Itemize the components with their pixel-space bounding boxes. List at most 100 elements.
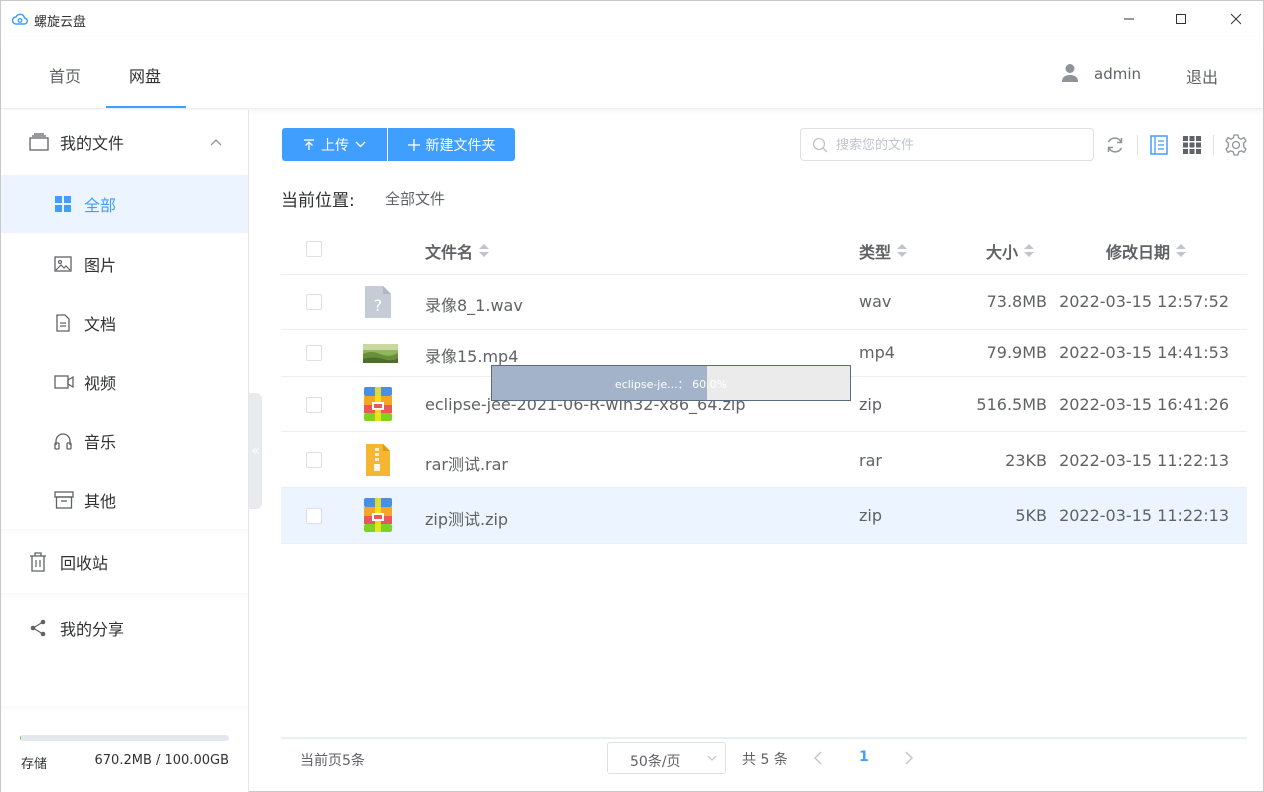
sidebar-item-music[interactable]: 音乐 xyxy=(1,412,248,470)
row-checkbox[interactable] xyxy=(306,508,322,524)
file-date: 2022-03-15 16:41:26 xyxy=(1059,395,1229,414)
file-date: 2022-03-15 12:57:52 xyxy=(1059,292,1229,311)
app-window: 螺旋云盘 首页 网盘 admin 退出 我的文件 全部 图片 文档 视频 音乐 … xyxy=(0,0,1264,792)
chevron-down-icon xyxy=(707,755,717,761)
table-footer-divider xyxy=(281,737,1247,739)
double-chevron-left-icon: « xyxy=(251,443,260,459)
select-all-checkbox[interactable] xyxy=(306,241,322,257)
zip-icon xyxy=(364,498,392,532)
row-checkbox[interactable] xyxy=(306,397,322,413)
file-type: zip xyxy=(859,395,882,414)
storage-label: 存储 xyxy=(21,757,48,772)
image-icon xyxy=(54,256,72,272)
table-row[interactable]: rar测试.rar rar 23KB 2022-03-15 11:22:13 xyxy=(281,432,1247,488)
column-header-label: 类型 xyxy=(859,243,892,262)
file-size: 79.9MB xyxy=(986,343,1047,362)
title-bar: 螺旋云盘 xyxy=(1,1,1263,37)
sidebar-item-all[interactable]: 全部 xyxy=(1,175,248,233)
sidebar-item-label: 图片 xyxy=(84,256,117,275)
gear-icon xyxy=(1225,134,1247,156)
file-name[interactable]: rar测试.rar xyxy=(425,451,508,475)
sidebar-item-share[interactable]: 我的分享 xyxy=(1,598,248,658)
sidebar-item-label: 视频 xyxy=(84,374,117,393)
sidebar-item-label: 全部 xyxy=(84,196,117,215)
sidebar-group-label: 我的文件 xyxy=(60,134,125,153)
upload-progress-bar: eclipse-je...： 60.0% xyxy=(491,365,851,401)
grid-view-button[interactable] xyxy=(1180,133,1204,157)
sort-icon[interactable] xyxy=(1176,244,1187,258)
rar-icon xyxy=(366,444,390,476)
sort-icon[interactable] xyxy=(1024,244,1035,258)
new-folder-button-label: 新建文件夹 xyxy=(425,137,496,154)
archive-icon xyxy=(54,491,74,509)
chevron-right-icon[interactable] xyxy=(904,751,914,765)
tab-netdisk[interactable]: 网盘 xyxy=(129,63,161,87)
page-size-select[interactable]: 50条/页 xyxy=(607,742,726,774)
sort-icon[interactable] xyxy=(897,244,908,258)
sidebar-collapse-handle[interactable]: « xyxy=(249,393,262,509)
list-view-button[interactable] xyxy=(1147,133,1171,157)
settings-button[interactable] xyxy=(1224,133,1248,157)
refresh-button[interactable] xyxy=(1103,133,1127,157)
table-row[interactable]: zip测试.zip zip 5KB 2022-03-15 11:22:13 xyxy=(281,488,1247,544)
column-header-type[interactable]: 类型 xyxy=(859,239,908,263)
user-icon xyxy=(1062,64,1078,82)
sort-icon[interactable] xyxy=(479,244,490,258)
maximize-button[interactable] xyxy=(1168,7,1194,31)
column-header-label: 文件名 xyxy=(425,243,474,262)
active-tab-indicator xyxy=(106,106,186,108)
row-checkbox[interactable] xyxy=(306,294,322,310)
zip-icon xyxy=(364,387,392,421)
grid-icon xyxy=(55,196,71,212)
file-type: zip xyxy=(859,506,882,525)
window-title: 螺旋云盘 xyxy=(34,15,87,30)
column-header-label: 修改日期 xyxy=(1106,243,1171,262)
file-date: 2022-03-15 11:22:13 xyxy=(1059,506,1229,525)
column-header-name[interactable]: 文件名 xyxy=(425,239,490,263)
sidebar: 我的文件 全部 图片 文档 视频 音乐 其他 回收站 我的分享 存储 670.2… xyxy=(1,110,249,792)
row-checkbox[interactable] xyxy=(306,452,322,468)
minimize-button[interactable] xyxy=(1116,7,1142,31)
chevron-down-icon xyxy=(355,141,366,148)
sidebar-item-recycle[interactable]: 回收站 xyxy=(1,532,248,592)
chevron-left-icon[interactable] xyxy=(813,751,823,765)
chevron-up-icon[interactable] xyxy=(210,138,222,146)
storage-progress-bar xyxy=(20,735,229,741)
table-header: 文件名 类型 大小 修改日期 xyxy=(281,221,1247,275)
row-checkbox[interactable] xyxy=(306,345,322,361)
file-name[interactable]: 录像8_1.wav xyxy=(425,292,523,316)
new-folder-button[interactable]: 新建文件夹 xyxy=(388,128,515,161)
document-icon xyxy=(56,314,70,332)
search-field[interactable] xyxy=(800,128,1094,161)
video-thumbnail xyxy=(363,344,398,363)
sidebar-item-label: 文档 xyxy=(84,315,117,334)
sidebar-item-other[interactable]: 其他 xyxy=(1,471,248,529)
column-header-date[interactable]: 修改日期 xyxy=(1106,239,1187,263)
table-row[interactable]: ? 录像8_1.wav wav 73.8MB 2022-03-15 12:57:… xyxy=(281,276,1247,330)
column-header-size[interactable]: 大小 xyxy=(986,239,1035,263)
breadcrumb-current[interactable]: 全部文件 xyxy=(385,188,445,209)
tab-home[interactable]: 首页 xyxy=(49,63,81,87)
page-number[interactable]: 1 xyxy=(859,749,869,765)
sidebar-item-videos[interactable]: 视频 xyxy=(1,353,248,411)
video-icon xyxy=(54,375,74,389)
close-icon xyxy=(1230,13,1242,25)
close-button[interactable] xyxy=(1223,7,1249,31)
username[interactable]: admin xyxy=(1094,65,1141,83)
logout-link[interactable]: 退出 xyxy=(1186,64,1218,88)
plus-icon xyxy=(407,138,420,151)
toolbar-divider xyxy=(1213,135,1214,155)
search-input[interactable] xyxy=(836,136,1086,154)
top-nav: 首页 网盘 admin 退出 xyxy=(1,37,1263,109)
storage-value: 670.2MB / 100.00GB xyxy=(94,753,229,768)
file-type: rar xyxy=(859,451,882,470)
file-name[interactable]: 录像15.mp4 xyxy=(425,343,518,367)
svg-text:?: ? xyxy=(374,296,383,315)
sidebar-item-images[interactable]: 图片 xyxy=(1,235,248,293)
sidebar-group-my-files[interactable]: 我的文件 xyxy=(1,112,248,172)
page-item-count: 当前页5条 xyxy=(300,753,365,769)
upload-button-label: 上传 xyxy=(321,137,349,154)
sidebar-item-documents[interactable]: 文档 xyxy=(1,294,248,352)
file-name[interactable]: zip测试.zip xyxy=(425,506,508,530)
upload-button[interactable]: 上传 xyxy=(282,128,387,161)
